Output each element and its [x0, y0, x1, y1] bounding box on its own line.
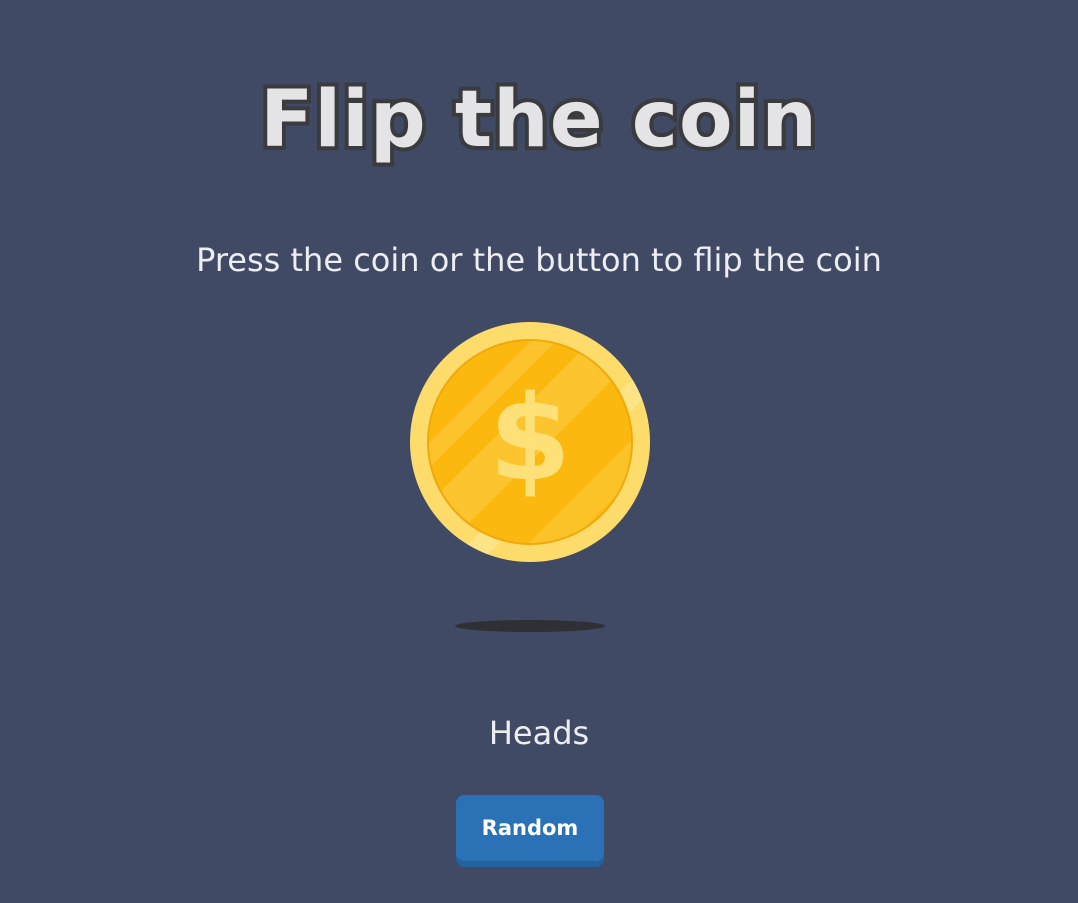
- coin[interactable]: $: [410, 322, 650, 562]
- page-title: Flip the coin: [256, 71, 821, 169]
- instructions-text: Press the coin or the button to flip the…: [196, 241, 882, 279]
- flip-result: Heads: [488, 714, 590, 752]
- dollar-coin-icon: $: [410, 322, 650, 562]
- coin-flip-page: Flip the coin Press the coin or the butt…: [0, 0, 1078, 903]
- coin-shadow: [455, 620, 605, 632]
- coin-symbol: $: [489, 369, 571, 507]
- random-button[interactable]: Random: [456, 795, 604, 861]
